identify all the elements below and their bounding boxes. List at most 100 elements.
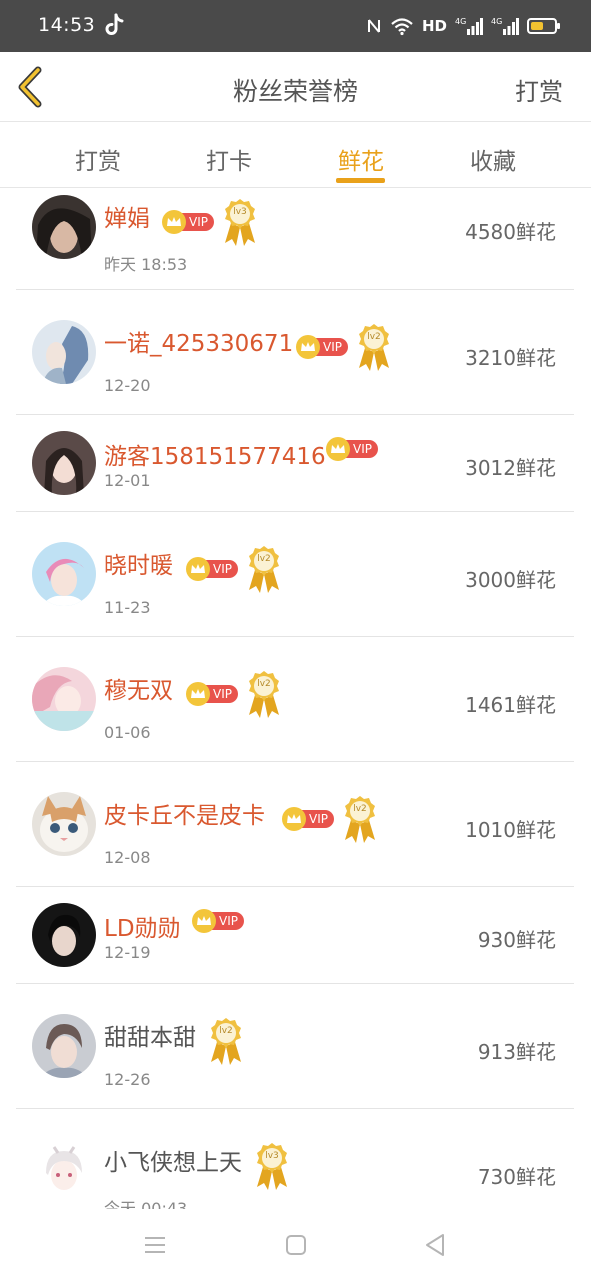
level-label: lv2: [257, 554, 271, 564]
list-item-name: 一诺_425330671: [104, 331, 294, 357]
list-item[interactable]: 一诺_425330671 VIP lv2 12-20 3210鲜花: [16, 290, 574, 415]
level-medal-icon: lv2: [246, 669, 282, 719]
list-item[interactable]: 小飞侠想上天 lv3 今天 00:43 730鲜花: [16, 1109, 574, 1209]
badges: lv3: [254, 1141, 290, 1191]
list-item-name: 游客158151577416: [104, 444, 326, 470]
avatar: [32, 792, 96, 856]
list-item-date: 12-08: [104, 848, 151, 867]
list-item-date: 12-01: [104, 471, 151, 490]
tab-favorites[interactable]: 收藏: [443, 142, 543, 176]
crown-icon: [162, 210, 186, 234]
status-icons: HD 4G 4G: [366, 14, 560, 38]
crown-icon: [186, 557, 210, 581]
level-label: lv3: [233, 207, 247, 217]
home-square-icon[interactable]: [282, 1231, 310, 1259]
list-item-value: 3210鲜花: [465, 346, 556, 370]
level-label: lv2: [219, 1026, 233, 1036]
list-item-value: 1010鲜花: [465, 818, 556, 842]
fan-list[interactable]: 婵娟 VIP lv3 昨天 18:53 4580鲜花 一诺_425330671 …: [0, 189, 591, 1209]
system-nav-bar: [0, 1209, 591, 1280]
list-item-date: 11-23: [104, 598, 151, 617]
badges: VIP lv2: [296, 322, 392, 372]
level-medal-icon: lv2: [208, 1016, 244, 1066]
tab-reward[interactable]: 打赏: [48, 142, 148, 176]
list-item-name: 小飞侠想上天: [104, 1150, 242, 1176]
crown-icon: [282, 807, 306, 831]
level-medal-icon: lv2: [246, 544, 282, 594]
level-medal-icon: lv2: [342, 794, 378, 844]
list-item-value: 913鲜花: [477, 1040, 556, 1064]
list-item-name: 穆无双: [104, 678, 173, 704]
avatar: [32, 1014, 96, 1078]
tab-bar: 打赏 打卡 鲜花 收藏: [0, 122, 591, 188]
list-item[interactable]: 皮卡丘不是皮卡 VIP lv2 12-08 1010鲜花: [16, 762, 574, 887]
badges: VIP lv2: [186, 669, 282, 719]
vip-badge: VIP: [162, 210, 214, 234]
nfc-icon: [366, 16, 382, 36]
crown-icon: [296, 335, 320, 359]
crown-icon: [192, 909, 216, 933]
level-label: lv2: [257, 679, 271, 689]
list-item-value: 730鲜花: [477, 1165, 556, 1189]
list-item[interactable]: 穆无双 VIP lv2 01-06 1461鲜花: [16, 637, 574, 762]
avatar: [32, 903, 96, 967]
list-item-value: 1461鲜花: [465, 693, 556, 717]
tab-flowers[interactable]: 鲜花: [311, 142, 411, 176]
vip-badge: VIP: [296, 335, 348, 359]
list-item-date: 12-26: [104, 1070, 151, 1089]
avatar: [32, 195, 96, 259]
list-item-date: 今天 00:43: [104, 1199, 188, 1209]
badges: VIP lv3: [162, 197, 258, 247]
badges: VIP lv2: [186, 544, 282, 594]
list-item-name: LD勋勋: [104, 916, 181, 942]
list-item-date: 01-06: [104, 723, 151, 742]
tab-active-indicator: [336, 178, 385, 183]
signal-icon-2: 4G: [491, 16, 519, 36]
avatar: [32, 1139, 96, 1203]
reward-button[interactable]: 打赏: [515, 72, 563, 107]
vip-badge: VIP: [326, 437, 378, 461]
header: 粉丝荣誉榜 打赏: [0, 52, 591, 122]
list-item[interactable]: 婵娟 VIP lv3 昨天 18:53 4580鲜花: [16, 189, 574, 290]
list-item-date: 昨天 18:53: [104, 255, 188, 274]
list-item-value: 3012鲜花: [465, 456, 556, 480]
list-item[interactable]: 晓时暖 VIP lv2 11-23 3000鲜花: [16, 512, 574, 637]
list-item-name: 晓时暖: [104, 553, 173, 579]
level-medal-icon: lv3: [254, 1141, 290, 1191]
list-item-name: 甜甜本甜: [104, 1025, 196, 1051]
avatar: [32, 320, 96, 384]
list-item-value: 930鲜花: [477, 928, 556, 952]
list-item-name: 皮卡丘不是皮卡: [104, 803, 265, 829]
tab-checkin[interactable]: 打卡: [179, 142, 279, 176]
hd-label: HD: [421, 17, 447, 35]
vip-badge: VIP: [186, 557, 238, 581]
avatar: [32, 667, 96, 731]
battery-level: [531, 22, 543, 30]
badges: VIP: [192, 909, 244, 933]
net-label-2: 4G: [491, 17, 502, 26]
vip-badge: VIP: [192, 909, 244, 933]
list-item[interactable]: LD勋勋 VIP 12-19 930鲜花: [16, 887, 574, 984]
list-item-value: 3000鲜花: [465, 568, 556, 592]
tiktok-icon: [104, 12, 126, 38]
wifi-icon: [390, 16, 414, 36]
list-item[interactable]: 游客158151577416 VIP 12-01 3012鲜花: [16, 415, 574, 512]
menu-icon[interactable]: [141, 1231, 169, 1259]
badges: VIP lv2: [282, 794, 378, 844]
list-item-name: 婵娟: [104, 206, 150, 232]
vip-badge: VIP: [186, 682, 238, 706]
status-bar: 14:53 HD 4G 4G: [0, 0, 591, 52]
signal-icon-1: 4G: [455, 16, 483, 36]
list-item-date: 12-19: [104, 943, 151, 962]
level-label: lv2: [353, 804, 367, 814]
status-time: 14:53: [38, 14, 96, 36]
level-label: lv2: [367, 332, 381, 342]
list-item[interactable]: 甜甜本甜 lv2 12-26 913鲜花: [16, 984, 574, 1109]
badges: lv2: [208, 1016, 244, 1066]
level-label: lv3: [265, 1151, 279, 1161]
level-medal-icon: lv2: [356, 322, 392, 372]
level-medal-icon: lv3: [222, 197, 258, 247]
page-title: 粉丝荣誉榜: [232, 77, 358, 106]
net-label-1: 4G: [455, 17, 466, 26]
back-triangle-icon[interactable]: [421, 1231, 449, 1259]
